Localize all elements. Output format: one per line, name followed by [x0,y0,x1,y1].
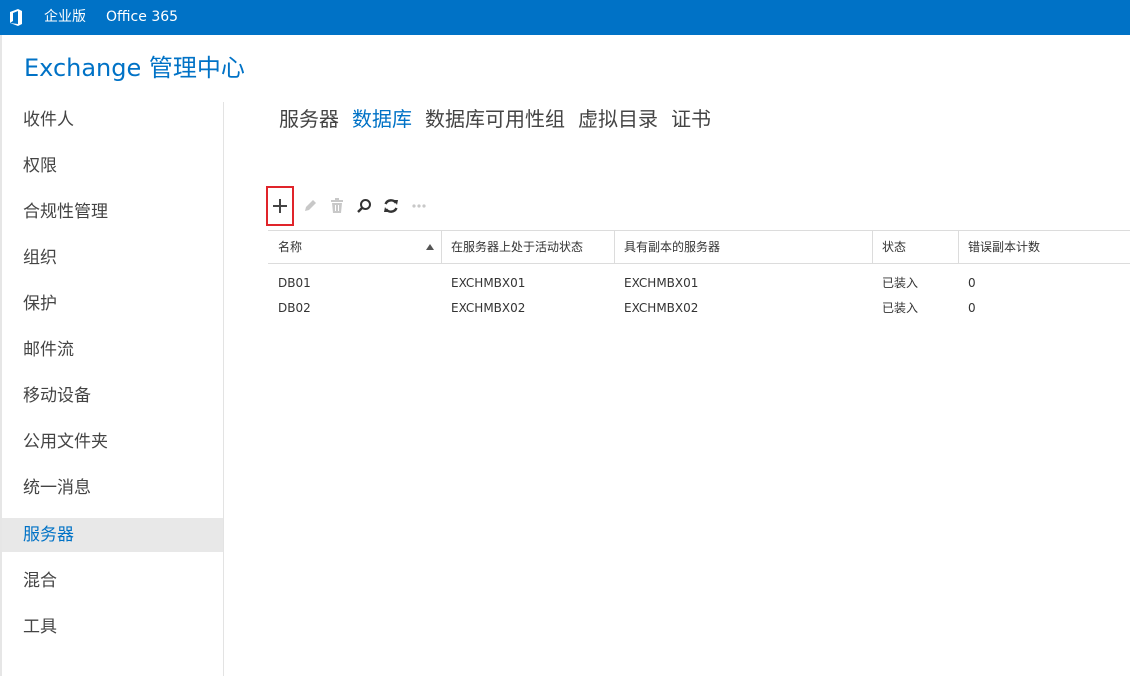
table-row[interactable]: DB01 EXCHMBX01 EXCHMBX01 已装入 0 [268,271,1130,296]
nav-item-servers[interactable]: 服务器 [2,518,223,552]
column-header-servers-with-copies[interactable]: 具有副本的服务器 [624,231,720,263]
office-logo-icon[interactable] [9,9,23,26]
search-icon [357,199,371,213]
column-header-active-server[interactable]: 在服务器上处于活动状态 [451,231,583,263]
tab-servers[interactable]: 服务器 [279,106,339,132]
nav-item-organization[interactable]: 组织 [2,241,223,275]
cell-status: 已装入 [882,276,919,290]
page-title: Exchange 管理中心 [24,54,245,82]
delete-icon [331,198,343,213]
cell-active-server: EXCHMBX01 [451,276,526,290]
column-divider[interactable] [958,231,959,263]
nav-item-label: 合规性管理 [23,202,108,222]
left-nav: 收件人 权限 合规性管理 组织 保护 邮件流 移动设备 公用文件夹 统一消息 服… [2,98,223,676]
nav-item-label: 公用文件夹 [23,432,108,452]
grid-header: 名称 在服务器上处于活动状态 具有副本的服务器 状态 错误副本计数 [268,230,1130,264]
nav-item-unified-messaging[interactable]: 统一消息 [2,471,223,505]
column-divider[interactable] [441,231,442,263]
nav-item-permissions[interactable]: 权限 [2,149,223,183]
column-divider[interactable] [614,231,615,263]
nav-item-mobile[interactable]: 移动设备 [2,379,223,413]
tab-virtual-directories[interactable]: 虚拟目录 [578,106,658,132]
edition-label[interactable]: 企业版 [44,8,86,26]
nav-item-label: 工具 [23,617,57,637]
more-icon [412,204,426,208]
tab-databases[interactable]: 数据库 [352,106,412,132]
delete-button[interactable] [326,186,348,226]
cell-servers-with-copies: EXCHMBX02 [624,301,699,315]
cell-name: DB02 [278,301,311,315]
column-header-status[interactable]: 状态 [882,231,906,263]
cell-bad-copy-count: 0 [968,301,976,315]
cell-bad-copy-count: 0 [968,276,976,290]
nav-item-protection[interactable]: 保护 [2,287,223,321]
cell-active-server: EXCHMBX02 [451,301,526,315]
nav-item-label: 保护 [23,294,57,314]
column-header-name[interactable]: 名称 [278,231,302,263]
nav-item-label: 收件人 [23,110,74,130]
add-button[interactable] [266,186,294,226]
table-row[interactable]: DB02 EXCHMBX02 EXCHMBX02 已装入 0 [268,296,1130,321]
nav-item-label: 组织 [23,248,57,268]
nav-item-label: 移动设备 [23,386,91,406]
tab-certificates[interactable]: 证书 [671,106,711,132]
tab-dag[interactable]: 数据库可用性组 [425,106,565,132]
suite-bar: 企业版 Office 365 [0,0,1130,35]
more-button[interactable] [406,186,432,226]
nav-item-hybrid[interactable]: 混合 [2,564,223,598]
nav-item-public-folders[interactable]: 公用文件夹 [2,425,223,459]
sort-ascending-icon[interactable] [426,244,434,250]
refresh-icon [384,199,398,213]
edit-button[interactable] [298,186,322,226]
cell-servers-with-copies: EXCHMBX01 [624,276,699,290]
column-divider[interactable] [872,231,873,263]
search-button[interactable] [352,186,376,226]
suite-link[interactable]: Office 365 [106,8,178,26]
edit-icon [305,200,316,211]
column-header-bad-copy-count[interactable]: 错误副本计数 [968,231,1040,263]
nav-item-label: 服务器 [23,525,74,545]
nav-divider [223,102,224,676]
tab-bar: 服务器 数据库 数据库可用性组 虚拟目录 证书 [279,106,724,134]
nav-item-label: 混合 [23,571,57,591]
nav-item-label: 权限 [23,156,57,176]
cell-status: 已装入 [882,301,919,315]
nav-item-compliance[interactable]: 合规性管理 [2,195,223,229]
nav-item-label: 邮件流 [23,340,74,360]
nav-item-label: 统一消息 [23,478,91,498]
cell-name: DB01 [278,276,311,290]
nav-item-mail-flow[interactable]: 邮件流 [2,333,223,367]
add-icon [273,199,287,213]
nav-item-recipients[interactable]: 收件人 [2,103,223,137]
refresh-button[interactable] [378,186,404,226]
nav-item-tools[interactable]: 工具 [2,610,223,644]
